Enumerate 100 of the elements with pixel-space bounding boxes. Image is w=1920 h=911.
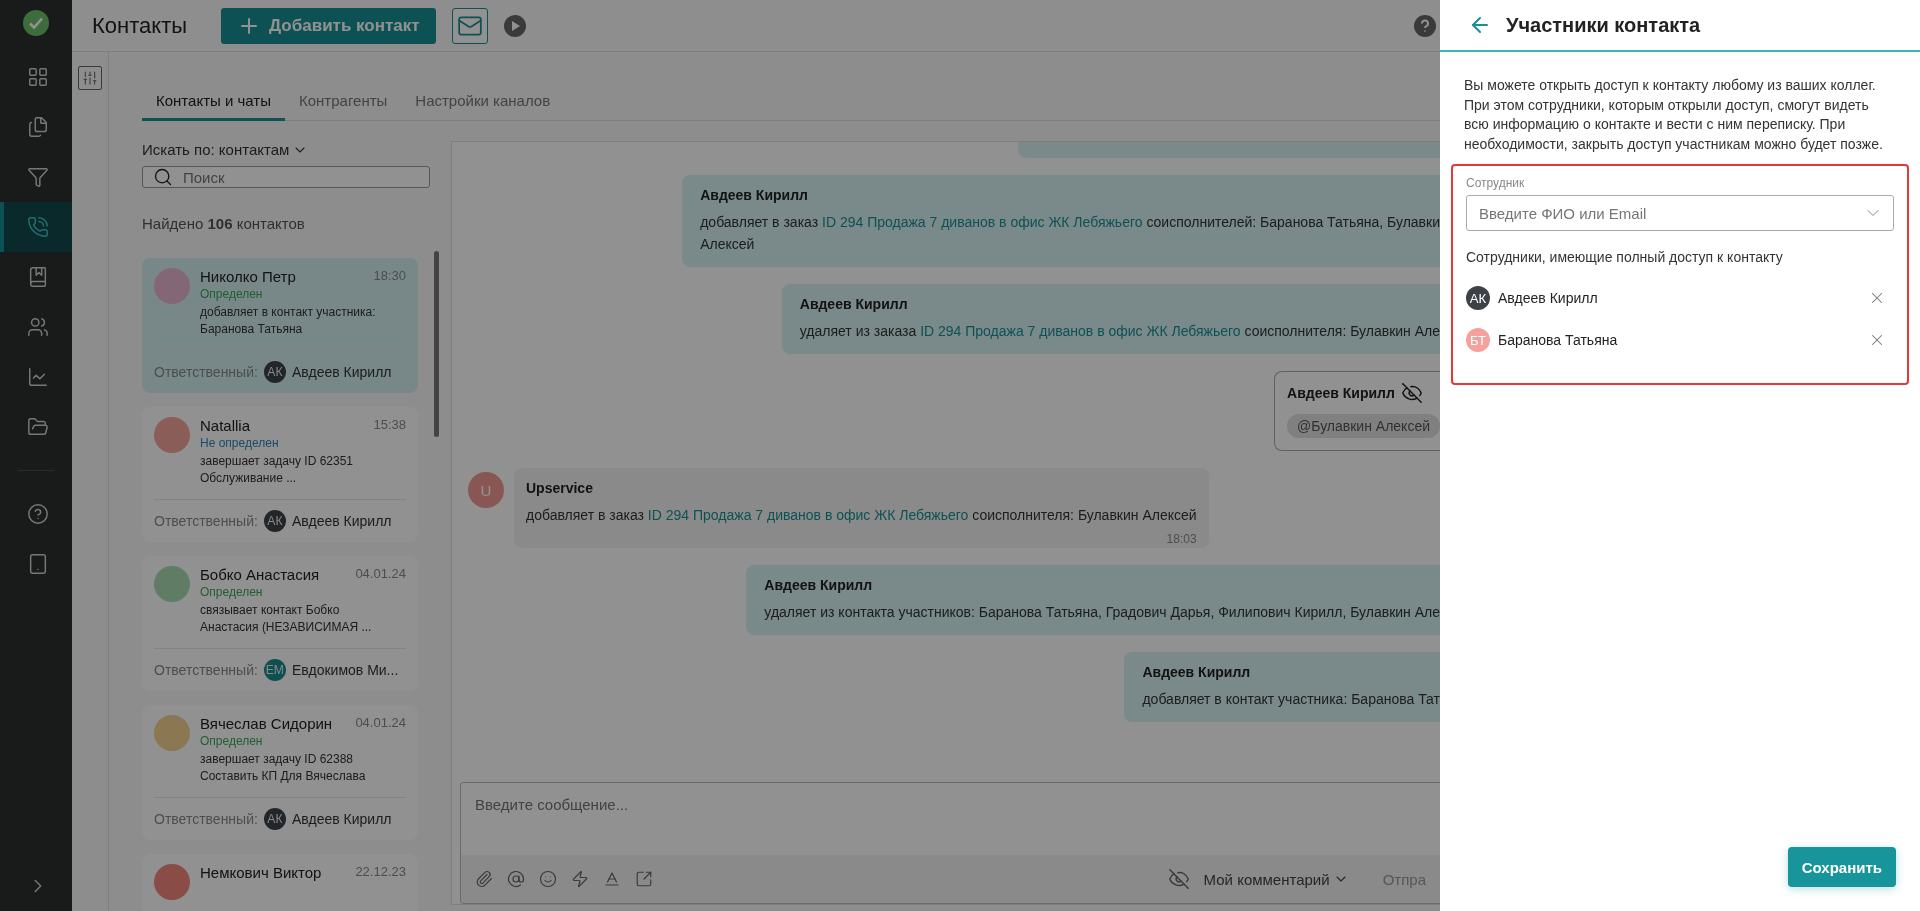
field-label: Сотрудник [1466, 176, 1526, 190]
members-heading: Сотрудники, имеющие полный доступ к контакту [1466, 249, 1784, 265]
contact-snippet: завершает задачу ID 62351 Обслуживание ... [200, 453, 355, 487]
contact-snippet: добавляет в контакт участника: Баранова Татьяна [200, 304, 377, 338]
contact-card[interactable]: Natallia 15:38 Не определен завершает задачу ID 62351 Обслуживание ... Ответственный: АК Авдеев Кирилл [142, 407, 418, 542]
save-button[interactable]: Сохранить [1787, 847, 1896, 887]
sliders-icon [82, 70, 98, 86]
page-title: Контакты [92, 12, 188, 39]
contact-name: Николко Петр [200, 268, 296, 285]
message-author: Авдеев Кирилл [1142, 663, 1252, 682]
message-author: Авдеев Кирилл [799, 295, 909, 314]
user-avatar: АК [263, 808, 286, 830]
contact-name: Бобко Анастасия [200, 566, 320, 583]
paperclip-icon [475, 870, 493, 888]
message-text: добавляет в заказ ID 294 Продажа 7 диванов в офис ЖК Лебяжьего соисполнителей: Баранова Татьяна, Булавки [700, 214, 1440, 230]
member-name: Баранова Татьяна [1498, 332, 1619, 348]
eye-off-icon [1400, 382, 1423, 404]
external-link-icon [635, 870, 653, 888]
tablet-icon [27, 553, 49, 575]
message-text: Алексей [700, 236, 755, 252]
help-icon [27, 503, 49, 525]
search-by-dropdown[interactable]: Искать по: контактам [142, 141, 430, 158]
responsible-name: Авдеев Кирилл [291, 364, 392, 380]
message-text: добавляет в заказ ID 294 Продажа 7 диванов в офис ЖК Лебяжьего соисполнителя: Булавкин Алексей [526, 506, 1197, 525]
contact-time: 18:30 [373, 268, 406, 285]
add-contact-button[interactable]: Добавить контакт [221, 7, 436, 44]
tab[interactable]: Контрагенты [285, 86, 402, 121]
user-avatar: АК [263, 361, 286, 383]
user-avatar: ЕМ [263, 659, 286, 681]
documents-icon [27, 116, 49, 138]
contact-name: Natallia [200, 417, 251, 434]
bookmark-icon [27, 266, 49, 288]
panel-title: Участники контакта [1506, 13, 1701, 37]
order-link[interactable]: ID 294 Продажа 7 диванов в офис ЖК Лебяжьего [647, 507, 969, 523]
at-sign-icon [507, 870, 525, 888]
phone-icon [27, 216, 49, 238]
employee-select[interactable]: Введите ФИО или Email [1466, 195, 1894, 231]
play-icon[interactable] [503, 14, 526, 37]
contact-card[interactable]: Немкович Виктор 22.12.23 [142, 854, 418, 911]
chart-icon [27, 366, 49, 388]
message-time: 18:03 [1166, 532, 1197, 546]
responsible-name: Авдеев Кирилл [291, 811, 392, 827]
contact-name: Немкович Виктор [200, 864, 322, 881]
nav-button[interactable] [0, 202, 72, 252]
help-icon[interactable] [1414, 14, 1436, 37]
responsible-name: Авдеев Кирилл [291, 513, 392, 529]
lightning-icon [571, 870, 589, 888]
member-name: Авдеев Кирилл [1498, 290, 1599, 306]
user-avatar: АК [263, 510, 286, 532]
message-text: удаляет из заказа ID 294 Продажа 7 диванов в офис ЖК Лебяжьего соисполнителя: Булавкин Але [799, 323, 1440, 339]
contact-card[interactable]: Бобко Анастасия 04.01.24 Определен связывает контакт Бобко Анастасия (НЕЗАВИСИМАЯ ... Ответственный: ЕМ Евдокимов Ми... [142, 556, 418, 691]
contact-card[interactable]: Вячеслав Сидорин 04.01.24 Определен завершает задачу ID 62388 Составить КП Для Вячеслава Ответственный: АК Авдеев Кирилл [142, 705, 418, 840]
comment-mode-dropdown[interactable]: Мой комментарий [1203, 870, 1349, 888]
found-count: Найдено 106 контактов [142, 215, 306, 232]
mail-button[interactable] [451, 7, 488, 44]
user-avatar: АК [1466, 286, 1490, 310]
order-link[interactable]: ID 294 Продажа 7 диванов в офис ЖК Лебяжьего [822, 214, 1143, 230]
tab[interactable]: Контакты и чаты [142, 86, 285, 121]
contact-status: Определен [200, 585, 264, 599]
contact-snippet: связывает контакт Бобко Анастасия (НЕЗАВИСИМАЯ ... [200, 602, 373, 636]
eye-off-icon [1167, 868, 1190, 890]
contact-card[interactable]: Николко Петр 18:30 Определен добавляет в контакт участника: Баранова Татьяна Ответственный: АК Авдеев Кирилл [142, 258, 418, 393]
responsible-label: Ответственный: [154, 811, 258, 827]
users-icon [27, 316, 49, 338]
responsible-name: Евдокимов Ми... [291, 662, 399, 678]
message-author: Авдеев Кирилл [1287, 384, 1395, 403]
contact-status: Определен [200, 734, 264, 748]
contact-time: 15:38 [373, 417, 406, 434]
smile-icon [539, 870, 557, 888]
message-author: Авдеев Кирилл [700, 186, 809, 205]
contact-status: Определен [200, 287, 264, 301]
funnel-icon [27, 166, 49, 188]
contact-name: Вячеслав Сидорин [200, 715, 333, 732]
logo-icon[interactable] [23, 10, 49, 36]
grid-icon [27, 66, 49, 88]
contact-time: 22.12.23 [355, 864, 406, 881]
responsible-label: Ответственный: [154, 662, 258, 678]
responsible-label: Ответственный: [154, 364, 258, 380]
search-field[interactable]: Поиск [142, 166, 430, 188]
scrollbar[interactable] [434, 251, 439, 437]
mention-chip: @Булавкин Алексей [1287, 414, 1440, 438]
text-color-icon [603, 870, 621, 888]
folder-icon [27, 416, 49, 438]
message-author: Авдеев Кирилл [764, 576, 874, 595]
filter-settings-button[interactable] [78, 66, 102, 90]
contact-snippet: завершает задачу ID 62388 Составить КП Для Вячеслава [200, 751, 367, 785]
search-icon [153, 167, 173, 187]
panel-description: Вы можете открыть доступ к контакту любому из ваших коллег. При этом сотрудники, которым открыли доступ, смогут видеть всю информацию о контакте и вести с ним переписку. При необходимости, закрыть доступ участникам можно будет позже. [1464, 76, 1884, 154]
sender-avatar: U [468, 472, 504, 508]
tab[interactable]: Настройки каналов [401, 86, 565, 121]
contact-time: 04.01.24 [355, 566, 406, 583]
order-link[interactable]: ID 294 Продажа 7 диванов в офис ЖК Лебяжьего [920, 323, 1241, 339]
user-avatar: БТ [1466, 328, 1490, 352]
message-text: добавляет в контакт участника: Баранова Тат [1142, 691, 1440, 707]
contact-status: Не определен [200, 436, 280, 450]
responsible-label: Ответственный: [154, 513, 258, 529]
contact-time: 04.01.24 [355, 715, 406, 732]
search-input[interactable]: Поиск [181, 167, 381, 187]
message-author: Upservice [526, 479, 594, 498]
message-text: удаляет из контакта участников: Баранова Татьяна, Градович Дарья, Филипович Кирилл, Булавкин Але [764, 604, 1440, 620]
